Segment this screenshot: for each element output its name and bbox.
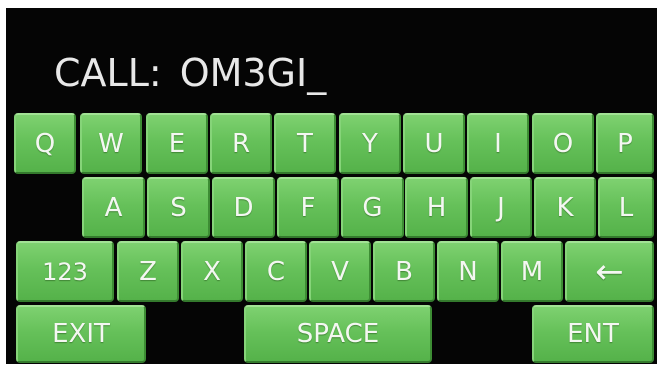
key-c[interactable]: C [245,241,307,302]
key-o[interactable]: O [532,113,594,174]
backspace-key[interactable]: ← [565,241,654,302]
key-a[interactable]: A [82,177,145,238]
call-sign-display: CALL: OM3GI _ [54,48,326,98]
key-r[interactable]: R [210,113,272,174]
key-p[interactable]: P [596,113,654,174]
key-g[interactable]: G [341,177,404,238]
key-j[interactable]: J [470,177,532,238]
key-i[interactable]: I [467,113,529,174]
screen: CALL: OM3GI _ Q W E R T Y U I O P A S D … [6,8,657,364]
key-y[interactable]: Y [339,113,401,174]
text-cursor: _ [307,51,327,95]
space-bar[interactable]: SPACE [244,305,432,363]
key-l[interactable]: L [598,177,654,238]
left-arrow-icon: ← [595,251,624,292]
key-d[interactable]: D [212,177,275,238]
key-s[interactable]: S [147,177,210,238]
key-v[interactable]: V [309,241,371,302]
key-m[interactable]: M [501,241,563,302]
call-label: CALL: [54,51,162,95]
key-t[interactable]: T [274,113,336,174]
key-z[interactable]: Z [117,241,179,302]
enter-button[interactable]: ENT [532,305,654,363]
call-sign-value: OM3GI [179,51,308,95]
key-q[interactable]: Q [14,113,76,174]
key-x[interactable]: X [181,241,243,302]
key-k[interactable]: K [534,177,596,238]
exit-button[interactable]: EXIT [16,305,146,363]
key-b[interactable]: B [373,241,435,302]
key-n[interactable]: N [437,241,499,302]
key-h[interactable]: H [405,177,468,238]
key-w[interactable]: W [80,113,142,174]
numbers-key[interactable]: 123 [16,241,114,302]
key-u[interactable]: U [403,113,465,174]
key-f[interactable]: F [277,177,339,238]
key-e[interactable]: E [146,113,208,174]
